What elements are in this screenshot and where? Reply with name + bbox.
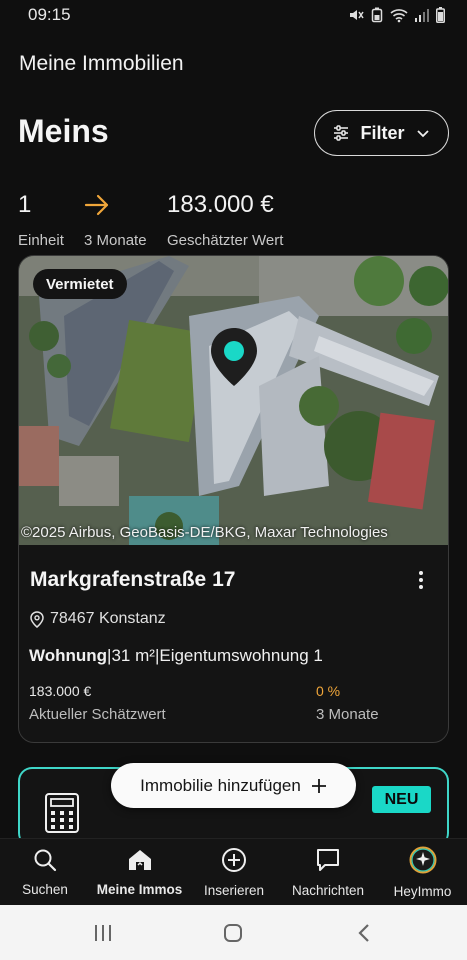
plus-icon [311, 778, 326, 793]
location-text: 78467 Konstanz [50, 610, 166, 627]
stat-units: 1 Einheit [18, 190, 64, 249]
nav-item-suchen[interactable]: Suchen [0, 839, 90, 906]
property-details: Wohnung | 31 m² | Eigentumswohnung 1 [29, 646, 323, 666]
nav-label: Suchen [22, 882, 68, 897]
page-title: Meins [18, 113, 109, 149]
period-label: 3 Monate [84, 232, 147, 249]
chat-icon [317, 849, 339, 871]
recent-apps-icon[interactable] [93, 923, 113, 943]
sparkle-icon [409, 846, 436, 874]
change-label: 3 Monate [316, 706, 379, 723]
metric-change: 0 % 3 Monate [316, 683, 379, 723]
estimate-value: 183.000 € [29, 683, 92, 699]
filter-label: Filter [360, 122, 405, 143]
property-card[interactable]: Vermietet ©2025 Airbus, GeoBasis-DE/BKG,… [18, 255, 449, 743]
nav-item-meine-immos[interactable]: Meine Immos [92, 839, 187, 906]
metric-estimate: 183.000 € Aktueller Schätzwert [29, 683, 166, 723]
nav-item-nachrichten[interactable]: Nachrichten [283, 839, 373, 906]
location-pin-icon [30, 610, 44, 628]
stat-period: 3 Monate [84, 190, 147, 249]
plus-circle-icon [222, 848, 246, 872]
map-pin-icon [211, 328, 257, 386]
property-title[interactable]: Markgrafenstraße 17 [30, 568, 235, 592]
units-label: Einheit [18, 232, 64, 249]
more-dot [419, 585, 423, 589]
add-property-label: Immobilie hinzufügen [140, 775, 301, 795]
property-location: 78467 Konstanz [30, 610, 166, 628]
status-icons [348, 7, 445, 23]
wifi-icon [390, 9, 408, 23]
app-header-title: Meine Immobilien [19, 52, 184, 75]
change-value: 0 % [316, 683, 341, 699]
nav-label: Inserieren [203, 883, 265, 898]
more-options-button[interactable] [411, 567, 431, 593]
more-dot [419, 578, 423, 582]
add-property-button[interactable]: Immobilie hinzufügen [111, 763, 356, 808]
map-satellite-image: Vermietet ©2025 Airbus, GeoBasis-DE/BKG,… [19, 256, 448, 545]
nav-item-heyimmo[interactable]: HeyImmo [378, 839, 467, 906]
estimate-label: Aktueller Schätzwert [29, 706, 166, 723]
chevron-down-icon [416, 130, 429, 138]
new-badge: NEU [372, 786, 431, 813]
estimated-value-label: Geschätzter Wert [167, 232, 284, 249]
nav-label: Nachrichten [291, 883, 365, 898]
units-value: 1 [18, 191, 32, 218]
bottom-nav: Suchen Meine Immos Inserieren Nachrichte… [0, 838, 467, 905]
filter-button[interactable]: Filter [314, 110, 449, 156]
calculator-icon [45, 793, 79, 833]
property-area: 31 m² [111, 646, 155, 665]
home-button-icon[interactable] [223, 923, 243, 943]
back-icon[interactable] [355, 923, 373, 943]
nav-label: Meine Immos [96, 882, 183, 897]
home-icon [128, 850, 151, 870]
arrow-right-icon [84, 190, 147, 220]
battery-saver-icon [371, 7, 383, 23]
nav-label: HeyImmo [393, 884, 452, 899]
status-time: 09:15 [28, 5, 71, 24]
status-bar: 09:15 [0, 0, 467, 30]
map-copyright: ©2025 Airbus, GeoBasis-DE/BKG, Maxar Tec… [21, 524, 388, 541]
mute-icon [350, 10, 364, 20]
nav-item-inserieren[interactable]: Inserieren [189, 839, 279, 906]
sliders-icon [334, 125, 349, 141]
estimated-value: 183.000 € [167, 191, 274, 218]
search-icon [34, 849, 57, 872]
status-badge: Vermietet [33, 269, 127, 299]
system-nav-bar [0, 905, 467, 960]
battery-icon [436, 7, 445, 23]
signal-icon [415, 9, 429, 22]
more-dot [419, 571, 423, 575]
property-category: Eigentumswohnung 1 [159, 646, 323, 665]
stat-value: 183.000 € Geschätzter Wert [167, 190, 283, 249]
property-type: Wohnung [29, 646, 108, 665]
